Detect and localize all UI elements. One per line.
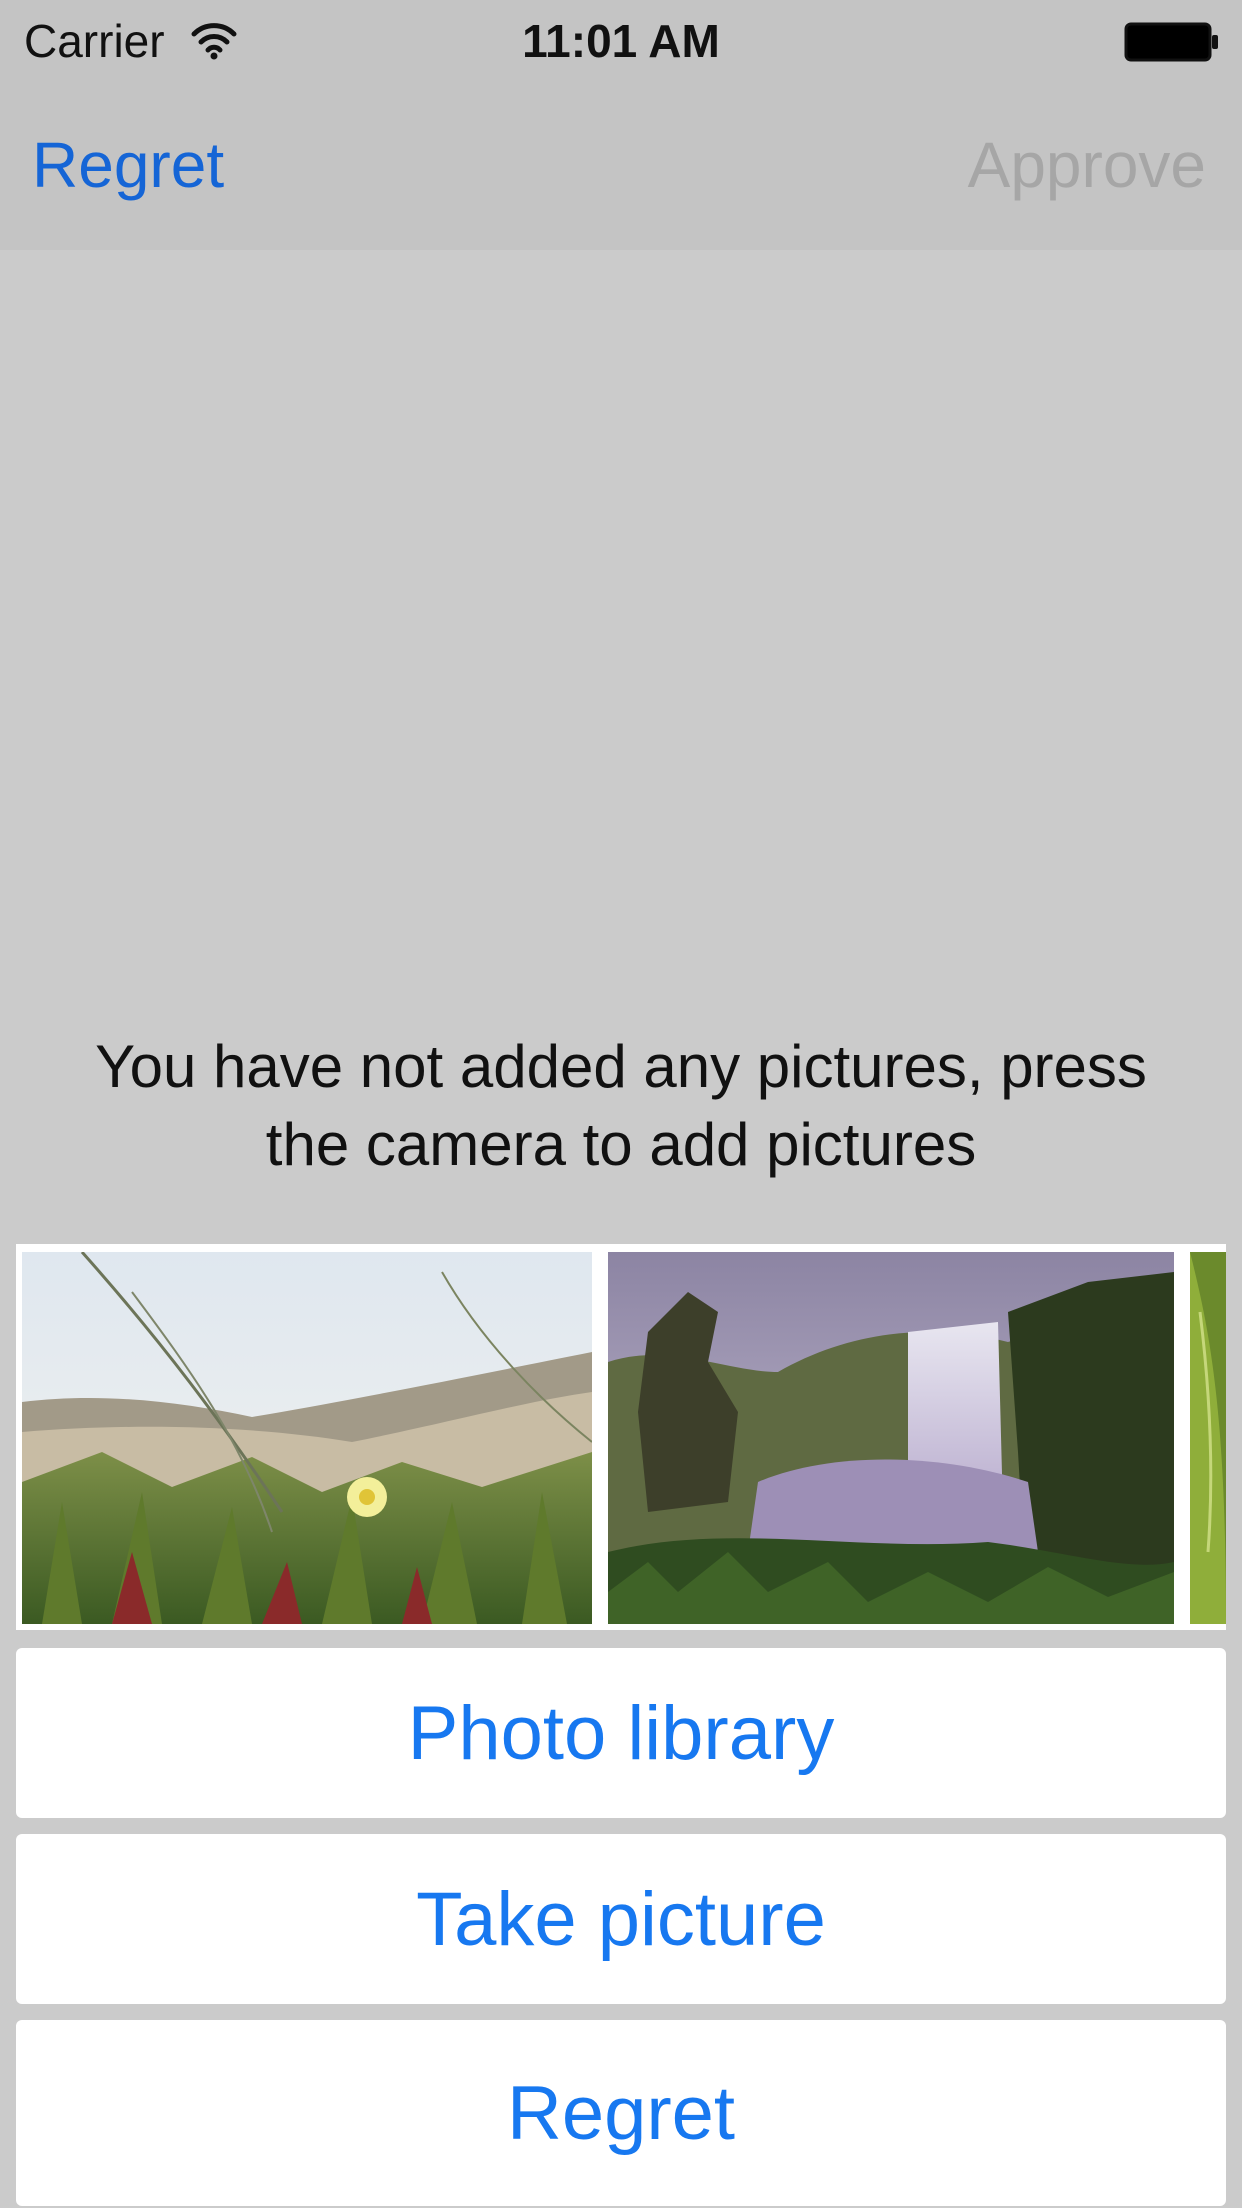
battery-icon xyxy=(1124,22,1220,62)
leaf-photo[interactable] xyxy=(1190,1252,1226,1624)
waterfall-photo[interactable] xyxy=(608,1252,1174,1624)
regret-sheet-button[interactable]: Regret xyxy=(16,2020,1226,2206)
dune-flower-photo[interactable] xyxy=(22,1252,592,1624)
photo-library-button[interactable]: Photo library xyxy=(16,1648,1226,1818)
empty-state-line-1: You have not added any pictures, press xyxy=(95,1033,1147,1100)
regret-nav-button[interactable]: Regret xyxy=(32,128,224,202)
status-bar: Carrier 11:01 AM xyxy=(0,0,1242,84)
navigation-bar: Regret Approve xyxy=(0,84,1242,250)
empty-state-line-2: the camera to add pictures xyxy=(265,1111,977,1178)
status-time: 11:01 AM xyxy=(522,15,720,67)
take-picture-button[interactable]: Take picture xyxy=(16,1834,1226,2004)
photo-strip[interactable] xyxy=(16,1244,1226,1630)
empty-state-message: You have not added any pictures, press t… xyxy=(0,1028,1242,1184)
approve-nav-button[interactable]: Approve xyxy=(968,128,1206,202)
